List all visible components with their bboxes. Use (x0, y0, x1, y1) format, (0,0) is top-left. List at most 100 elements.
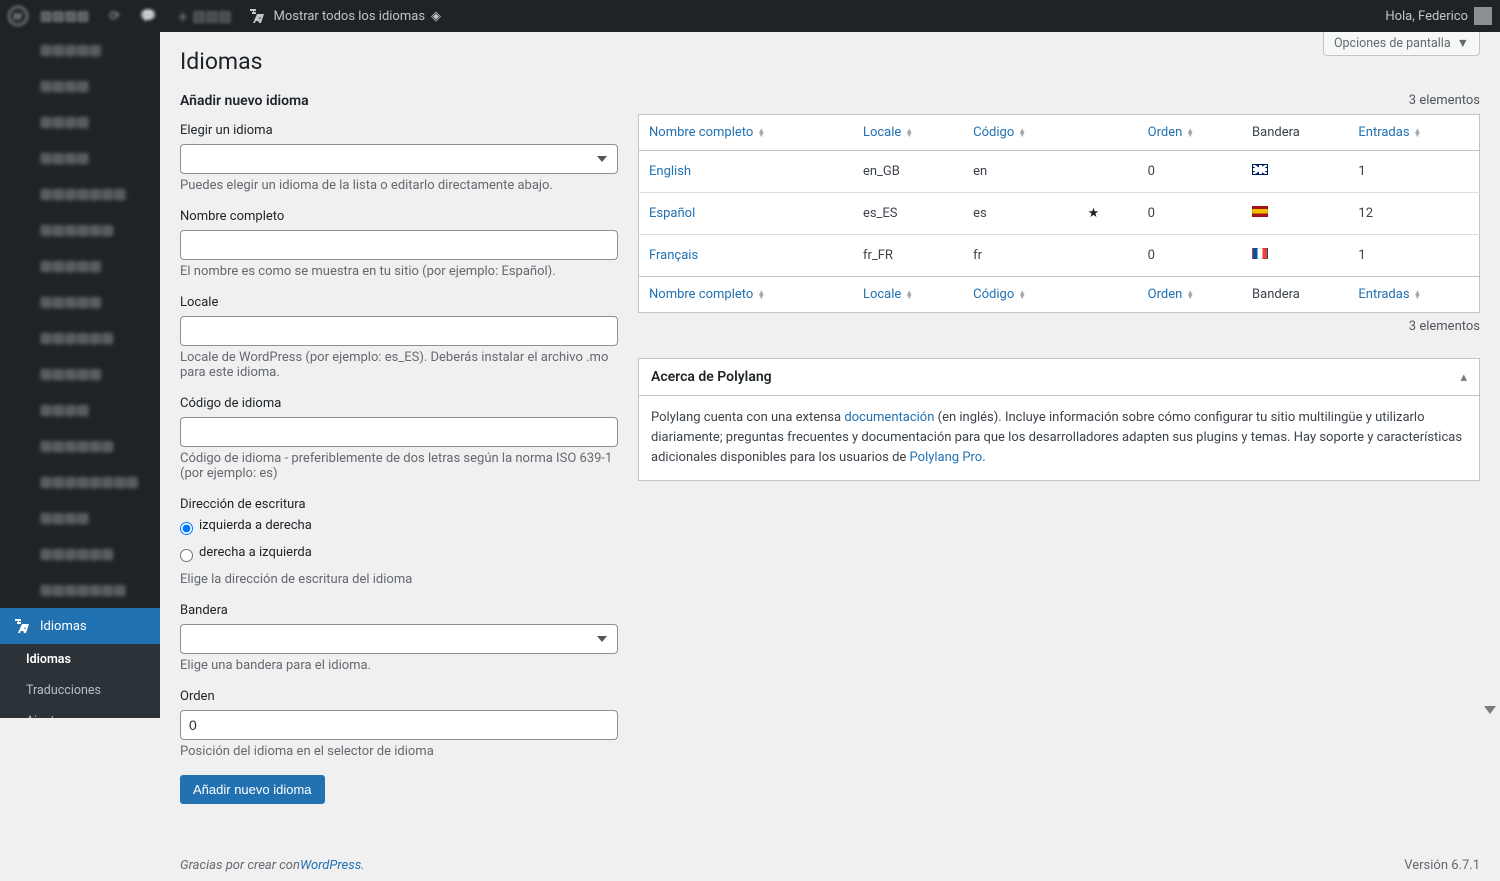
th-entries[interactable]: Entradas▲▼ (1348, 277, 1479, 313)
direction-help: Elige la dirección de escritura del idio… (180, 572, 618, 587)
th-order[interactable]: Orden▲▼ (1138, 277, 1242, 313)
th-name[interactable]: Nombre completo▲▼ (639, 277, 853, 313)
language-name-link[interactable]: English (649, 164, 691, 179)
sidebar-item[interactable]: ▨▨▨▨▨ (0, 284, 160, 320)
table-header-row: Nombre completo▲▼ Locale▲▼ Código▲▼ Orde… (639, 115, 1480, 151)
choose-language-label: Elegir un idioma (180, 123, 618, 138)
sidebar-subitem-languages[interactable]: Idiomas (0, 644, 160, 675)
sort-icon: ▲▼ (1186, 128, 1194, 137)
sidebar-subitem-settings[interactable]: Ajustes (0, 706, 160, 718)
order-label: Orden (180, 689, 618, 704)
panel-body: Polylang cuenta con una extensa document… (639, 396, 1479, 480)
language-name-link[interactable]: Español (649, 206, 695, 221)
th-flag: Bandera (1242, 277, 1348, 313)
direction-rtl-radio[interactable] (180, 549, 193, 562)
th-locale[interactable]: Locale▲▼ (853, 277, 963, 313)
entries-cell: 1 (1348, 235, 1479, 277)
translate-icon (247, 6, 267, 26)
topbar-updates[interactable]: ⟳ (101, 0, 128, 32)
items-count-top: 3 elementos (638, 93, 1480, 108)
sort-icon: ▲▼ (905, 290, 913, 299)
topbar-language-label: Mostrar todos los idiomas (273, 9, 425, 24)
direction-rtl-label[interactable]: derecha a izquierda (199, 545, 312, 560)
screen-options-toggle[interactable]: Opciones de pantalla ▼ (1323, 32, 1480, 56)
th-code[interactable]: Código▲▼ (963, 277, 1078, 313)
sidebar-item[interactable]: ▨▨▨▨ (0, 140, 160, 176)
order-cell: 0 (1138, 193, 1242, 235)
code-cell: es (963, 193, 1078, 235)
entries-cell: 12 (1348, 193, 1479, 235)
star-icon: ★ (1088, 206, 1100, 221)
order-help: Posición del idioma en el selector de id… (180, 744, 618, 759)
version-text: Versión 6.7.1 (1404, 858, 1480, 873)
direction-ltr-label[interactable]: izquierda a derecha (199, 518, 312, 533)
panel-toggle[interactable]: ▴ (1460, 370, 1467, 385)
sidebar-item[interactable]: ▨▨▨▨▨▨▨ (0, 572, 160, 608)
sidebar-item[interactable]: ▨▨▨▨▨▨▨ (0, 176, 160, 212)
th-entries[interactable]: Entradas▲▼ (1348, 115, 1479, 151)
topbar-new[interactable]: ＋ ▨▨▨ (168, 0, 239, 32)
default-cell (1078, 235, 1138, 277)
avatar (1474, 7, 1492, 25)
flag-label: Bandera (180, 603, 618, 618)
code-label: Código de idioma (180, 396, 618, 411)
topbar-language-switcher[interactable]: Mostrar todos los idiomas ◈ (239, 6, 449, 26)
wp-logo-icon[interactable] (8, 6, 28, 26)
order-input[interactable] (180, 710, 618, 740)
language-name-link[interactable]: Français (649, 248, 698, 263)
locale-input[interactable] (180, 316, 618, 346)
languages-table: Nombre completo▲▼ Locale▲▼ Código▲▼ Orde… (638, 114, 1480, 313)
th-locale[interactable]: Locale▲▼ (853, 115, 963, 151)
sidebar-item[interactable]: ▨▨▨▨ (0, 392, 160, 428)
table-row: Françaisfr_FRfr01 (639, 235, 1480, 277)
polylang-pro-link[interactable]: Polylang Pro (910, 450, 983, 465)
sidebar-item-languages[interactable]: Idiomas (0, 608, 160, 644)
table-row: Español es_ESes ★ 0 12 (639, 193, 1480, 235)
table-row: Englishen_GBen01 (639, 151, 1480, 193)
sort-icon: ▲▼ (757, 128, 765, 137)
sidebar-item[interactable]: ▨▨▨▨▨▨ (0, 428, 160, 464)
topbar-greeting: Hola, Federico (1385, 9, 1468, 24)
add-language-button[interactable]: Añadir nuevo idioma (180, 775, 325, 804)
page-title: Idiomas (180, 48, 263, 75)
th-order[interactable]: Orden▲▼ (1138, 115, 1242, 151)
sort-icon: ▲▼ (1414, 290, 1422, 299)
flag-es-icon (1252, 206, 1268, 217)
sidebar-item[interactable]: ▨▨▨▨ (0, 104, 160, 140)
topbar-account[interactable]: Hola, Federico (1385, 7, 1492, 25)
sort-icon: ▲▼ (905, 128, 913, 137)
sort-icon: ▲▼ (1186, 290, 1194, 299)
default-cell: ★ (1078, 193, 1138, 235)
choose-language-select[interactable] (180, 144, 618, 174)
locale-cell: en_GB (853, 151, 963, 193)
sidebar-item[interactable]: ▨▨▨▨ (0, 68, 160, 104)
sidebar-subitem-translations[interactable]: Traducciones (0, 675, 160, 706)
flag-select[interactable] (180, 624, 618, 654)
topbar-comments[interactable]: 💬 (132, 0, 164, 32)
wordpress-link[interactable]: WordPress (300, 858, 361, 873)
th-name[interactable]: Nombre completo▲▼ (639, 115, 853, 151)
admin-topbar: ▨▨▨▨ ⟳ 💬 ＋ ▨▨▨ Mostrar todos los idiomas… (0, 0, 1500, 32)
sidebar-item[interactable]: ▨▨▨▨▨▨▨▨ (0, 464, 160, 500)
th-code[interactable]: Código▲▼ (963, 115, 1078, 151)
direction-label: Dirección de escritura (180, 497, 618, 512)
sidebar-item[interactable]: ▨▨▨▨▨▨ (0, 536, 160, 572)
code-help: Código de idioma - preferiblemente de do… (180, 451, 618, 481)
sidebar-item[interactable]: ▨▨▨▨▨▨ (0, 320, 160, 356)
add-language-form: Añadir nuevo idioma Elegir un idioma Pue… (180, 93, 618, 804)
flag-cell (1242, 193, 1348, 235)
locale-cell: es_ES (853, 193, 963, 235)
sidebar-item[interactable]: ▨▨▨▨▨ (0, 248, 160, 284)
topbar-site[interactable]: ▨▨▨▨ (32, 0, 97, 32)
admin-footer: Gracias por crear con WordPress. Versión… (160, 844, 1500, 881)
sidebar-item[interactable]: ▨▨▨▨▨ (0, 356, 160, 392)
code-input[interactable] (180, 417, 618, 447)
table-footer-row: Nombre completo▲▼ Locale▲▼ Código▲▼ Orde… (639, 277, 1480, 313)
th-flag: Bandera (1242, 115, 1348, 151)
sidebar-item[interactable]: ▨▨▨▨▨ (0, 32, 160, 68)
documentation-link[interactable]: documentación (844, 410, 934, 425)
sidebar-item[interactable]: ▨▨▨▨ (0, 500, 160, 536)
fullname-input[interactable] (180, 230, 618, 260)
sidebar-item[interactable]: ▨▨▨▨▨▨ (0, 212, 160, 248)
direction-ltr-radio[interactable] (180, 522, 193, 535)
